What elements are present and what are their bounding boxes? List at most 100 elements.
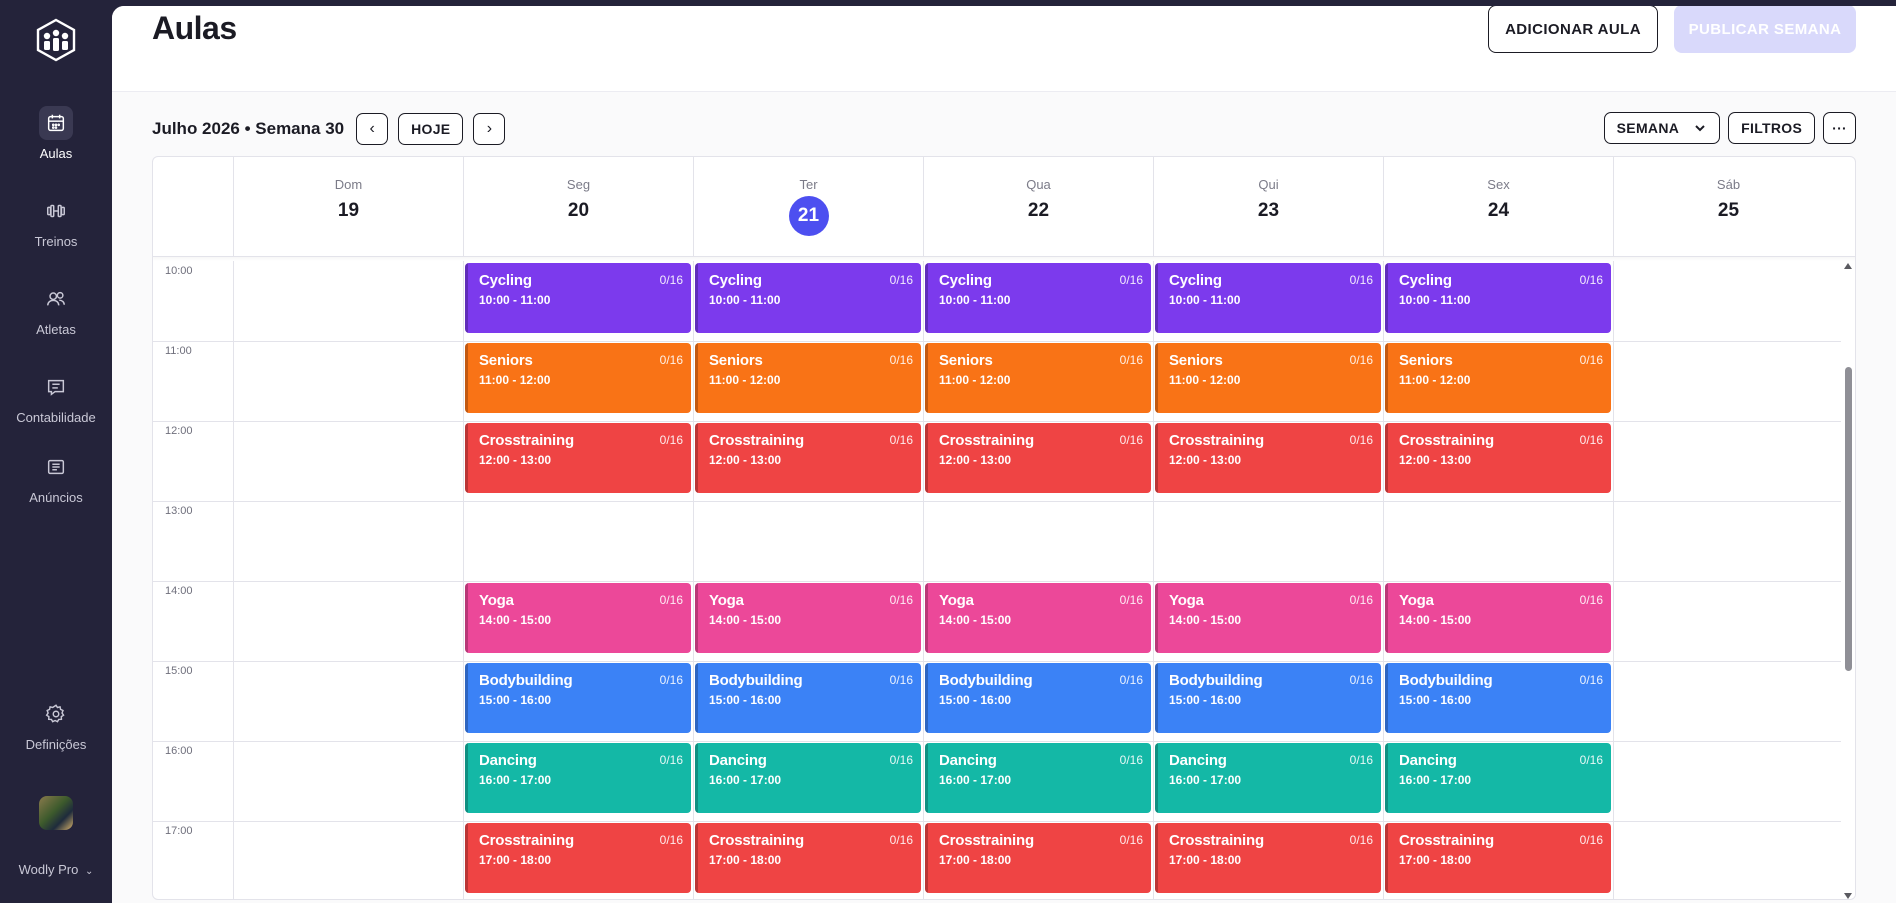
day-header-row: Dom 19 Seg 20 Ter 21 Qua 22 Qui 23 Sex 24 Sáb 25 [153,157,1855,257]
day-header[interactable]: Qui 23 [1153,157,1383,257]
day-header[interactable]: Dom 19 [233,157,463,257]
class-event[interactable]: Crosstraining 17:00 - 18:00 0/16 [1385,823,1611,893]
day-header[interactable]: Sex 24 [1383,157,1613,257]
week-navigation: Julho 2026 • Semana 30 ‹ HOJE › [152,112,506,146]
class-event[interactable]: Crosstraining 17:00 - 18:00 0/16 [465,823,691,893]
class-event[interactable]: Cycling 10:00 - 11:00 0/16 [1155,263,1381,333]
class-event[interactable]: Seniors 11:00 - 12:00 0/16 [1385,343,1611,413]
class-event[interactable]: Crosstraining 12:00 - 13:00 0/16 [465,423,691,493]
sidebar-item-treinos[interactable]: Treinos [0,194,112,249]
class-name: Bodybuilding [709,672,803,689]
today-button[interactable]: HOJE [398,113,464,145]
class-event[interactable]: Crosstraining 17:00 - 18:00 0/16 [695,823,921,893]
class-event[interactable]: Yoga 14:00 - 15:00 0/16 [1385,583,1611,653]
view-select[interactable]: SEMANA [1603,112,1721,144]
vertical-scrollbar[interactable] [1841,261,1855,899]
class-name: Crosstraining [479,432,574,449]
class-event[interactable]: Bodybuilding 15:00 - 16:00 0/16 [465,663,691,733]
add-class-button[interactable]: ADICIONAR AULA [1488,6,1658,53]
class-event[interactable]: Bodybuilding 15:00 - 16:00 0/16 [1155,663,1381,733]
class-event[interactable]: Dancing 16:00 - 17:00 0/16 [1155,743,1381,813]
class-event[interactable]: Seniors 11:00 - 12:00 0/16 [1155,343,1381,413]
week-label: Julho 2026 • Semana 30 [152,119,345,138]
class-event[interactable]: Yoga 14:00 - 15:00 0/16 [925,583,1151,653]
class-event[interactable]: Bodybuilding 15:00 - 16:00 0/16 [695,663,921,733]
class-event[interactable]: Crosstraining 12:00 - 13:00 0/16 [925,423,1151,493]
class-event[interactable]: Crosstraining 17:00 - 18:00 0/16 [925,823,1151,893]
class-event[interactable]: Crosstraining 12:00 - 13:00 0/16 [1385,423,1611,493]
class-capacity: 0/16 [659,353,683,367]
class-capacity: 0/16 [1349,273,1373,287]
dumbbell-icon [39,194,73,228]
day-header[interactable]: Ter 21 [693,157,923,257]
class-event[interactable]: Seniors 11:00 - 12:00 0/16 [925,343,1151,413]
scroll-thumb[interactable] [1845,367,1852,671]
calendar-icon [39,106,73,140]
sidebar-item-atletas[interactable]: Atletas [0,282,112,337]
class-name: Yoga [479,592,514,609]
class-event[interactable]: Bodybuilding 15:00 - 16:00 0/16 [925,663,1151,733]
class-event[interactable]: Yoga 14:00 - 15:00 0/16 [1155,583,1381,653]
class-name: Cycling [939,272,992,289]
class-time: 15:00 - 16:00 [939,693,1012,707]
class-time: 10:00 - 11:00 [1399,293,1471,307]
class-name: Dancing [1169,752,1227,769]
class-name: Bodybuilding [1399,672,1493,689]
class-event[interactable]: Bodybuilding 15:00 - 16:00 0/16 [1385,663,1611,733]
class-event[interactable]: Seniors 11:00 - 12:00 0/16 [695,343,921,413]
sidebar-item-contabilidade[interactable]: Contabilidade [0,370,112,425]
class-event[interactable]: Crosstraining 12:00 - 13:00 0/16 [695,423,921,493]
class-event[interactable]: Cycling 10:00 - 11:00 0/16 [1385,263,1611,333]
class-time: 12:00 - 13:00 [939,453,1012,467]
class-capacity: 0/16 [889,753,913,767]
class-capacity: 0/16 [1349,353,1373,367]
class-name: Seniors [1399,352,1453,369]
class-event[interactable]: Yoga 14:00 - 15:00 0/16 [695,583,921,653]
class-capacity: 0/16 [1119,753,1143,767]
class-event[interactable]: Seniors 11:00 - 12:00 0/16 [465,343,691,413]
class-event[interactable]: Crosstraining 17:00 - 18:00 0/16 [1155,823,1381,893]
prev-week-button[interactable]: ‹ [356,113,389,145]
more-options-button[interactable]: ··· [1823,112,1856,144]
gym-logo-icon[interactable] [34,18,78,62]
class-name: Yoga [1169,592,1204,609]
sidebar-item-anuncios[interactable]: Anúncios [0,450,112,505]
day-header[interactable]: Qua 22 [923,157,1153,257]
sidebar-item-label: Contabilidade [16,410,96,425]
day-header[interactable]: Seg 20 [463,157,693,257]
class-event[interactable]: Cycling 10:00 - 11:00 0/16 [465,263,691,333]
class-time: 15:00 - 16:00 [1399,693,1472,707]
class-event[interactable]: Dancing 16:00 - 17:00 0/16 [465,743,691,813]
sidebar-item-definicoes[interactable]: Definições [0,697,112,752]
class-event[interactable]: Dancing 16:00 - 17:00 0/16 [1385,743,1611,813]
class-event[interactable]: Yoga 14:00 - 15:00 0/16 [465,583,691,653]
day-number: 25 [1717,200,1740,221]
class-time: 16:00 - 17:00 [1399,773,1472,787]
class-event[interactable]: Dancing 16:00 - 17:00 0/16 [925,743,1151,813]
sidebar: Aulas Treinos Atletas Contabilidade Anún… [0,0,112,903]
account-selector[interactable]: Wodly Pro ⌄ [0,862,112,877]
chevron-down-icon [1695,125,1705,132]
day-name: Dom [334,177,363,192]
class-time: 15:00 - 16:00 [1169,693,1242,707]
class-time: 14:00 - 15:00 [1399,613,1472,627]
class-name: Crosstraining [1169,832,1264,849]
class-name: Seniors [939,352,993,369]
class-event[interactable]: Cycling 10:00 - 11:00 0/16 [925,263,1151,333]
avatar[interactable] [39,796,73,830]
scroll-up-icon[interactable] [1844,263,1852,269]
class-time: 11:00 - 12:00 [939,373,1011,387]
class-event[interactable]: Cycling 10:00 - 11:00 0/16 [695,263,921,333]
class-event[interactable]: Crosstraining 12:00 - 13:00 0/16 [1155,423,1381,493]
class-capacity: 0/16 [1579,753,1603,767]
next-week-button[interactable]: › [473,113,506,145]
class-event[interactable]: Dancing 16:00 - 17:00 0/16 [695,743,921,813]
day-name: Seg [566,177,591,192]
class-name: Bodybuilding [1169,672,1263,689]
publish-week-button[interactable]: PUBLICAR SEMANA [1674,6,1856,53]
filters-button[interactable]: FILTROS [1728,112,1816,144]
day-header[interactable]: Sáb 25 [1613,157,1843,257]
scroll-down-icon[interactable] [1844,893,1852,899]
sidebar-item-aulas[interactable]: Aulas [0,106,112,161]
class-time: 10:00 - 11:00 [709,293,781,307]
